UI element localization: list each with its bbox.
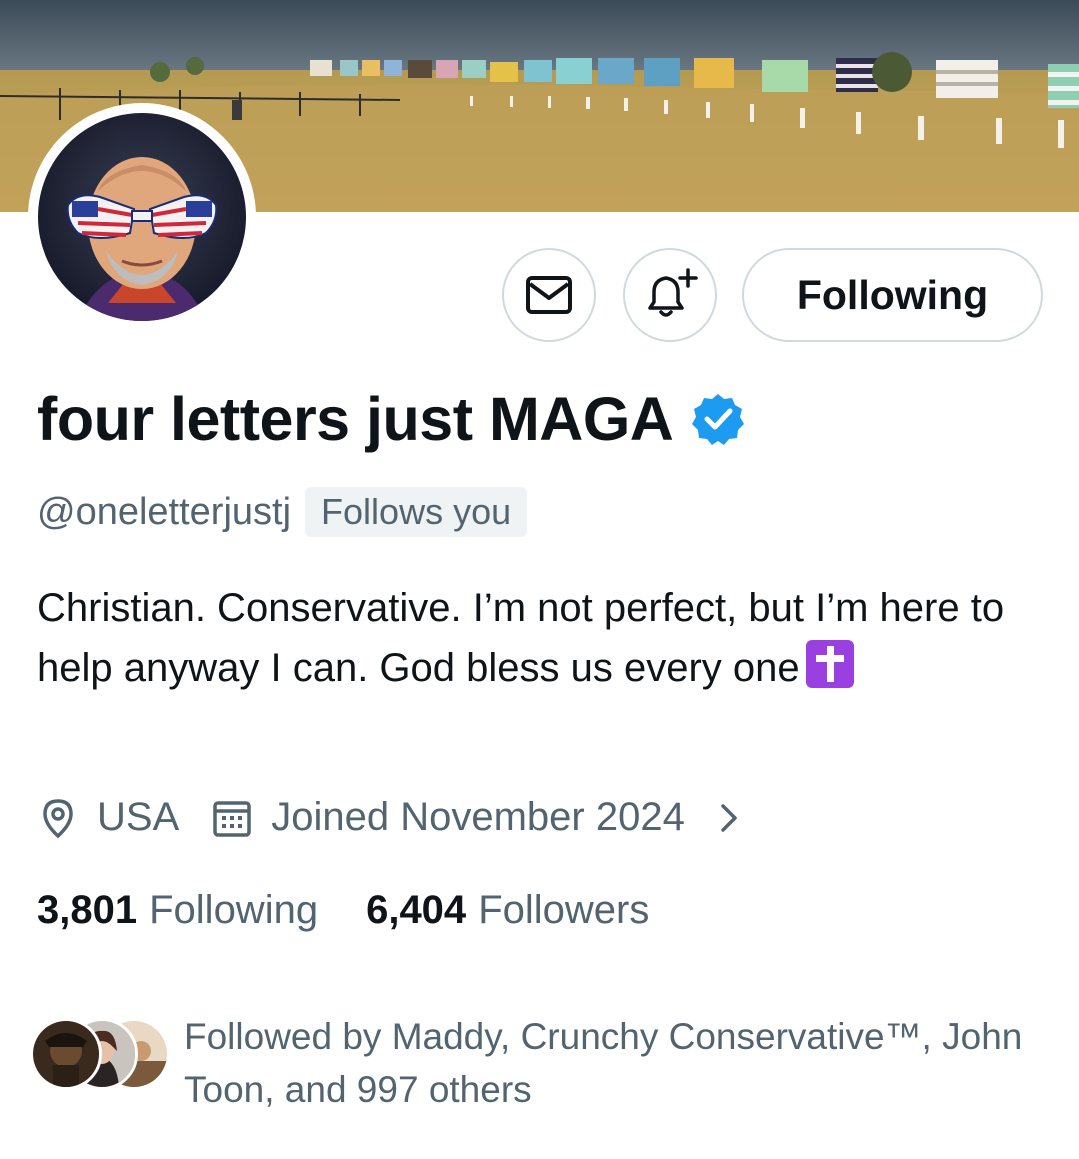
followed-by-section[interactable]: Followed by Maddy, Crunchy Conservative™… xyxy=(30,1010,1024,1116)
following-stat[interactable]: 3,801 Following xyxy=(37,888,318,933)
calendar-icon xyxy=(213,800,251,837)
mutual-avatars xyxy=(30,1018,172,1094)
display-name: four letters just MAGA xyxy=(37,385,674,453)
mutual-avatar xyxy=(30,1018,102,1090)
followers-count: 6,404 xyxy=(366,888,467,932)
profile-stats: 3,801 Following 6,404 Followers xyxy=(37,888,649,933)
profile-name-row: four letters just MAGA xyxy=(37,384,745,454)
chevron-right-icon xyxy=(721,803,737,832)
location-pin-icon xyxy=(43,798,73,838)
profile-meta: USA Joined November 2024 xyxy=(37,795,745,840)
following-button[interactable]: Following xyxy=(742,248,1043,342)
bell-plus-icon xyxy=(648,268,698,317)
bio-text: Christian. Conservative. I’m not perfect… xyxy=(37,586,1005,690)
joined-text: Joined November 2024 xyxy=(271,795,685,839)
followers-stat[interactable]: 6,404 Followers xyxy=(366,888,649,933)
mail-icon xyxy=(526,276,572,314)
following-count: 3,801 xyxy=(37,888,138,932)
joined-item[interactable]: Joined November 2024 xyxy=(211,795,745,840)
verified-badge-icon[interactable] xyxy=(691,392,745,446)
followed-by-text: Followed by Maddy, Crunchy Conservative™… xyxy=(184,1016,1023,1110)
follows-you-badge: Follows you xyxy=(305,487,528,537)
following-label: Following xyxy=(149,888,319,932)
profile-actions: Following xyxy=(0,248,1079,344)
notifications-button[interactable] xyxy=(623,248,717,342)
followers-label: Followers xyxy=(478,888,650,932)
message-button[interactable] xyxy=(502,248,596,342)
profile-bio: Christian. Conservative. I’m not perfect… xyxy=(37,578,1037,698)
user-handle: @oneletterjustj xyxy=(37,490,292,533)
latin-cross-emoji-icon xyxy=(805,640,854,688)
location-text: USA xyxy=(97,795,180,839)
location-item: USA xyxy=(37,795,179,840)
handle-row: @oneletterjustj Follows you xyxy=(37,487,528,537)
